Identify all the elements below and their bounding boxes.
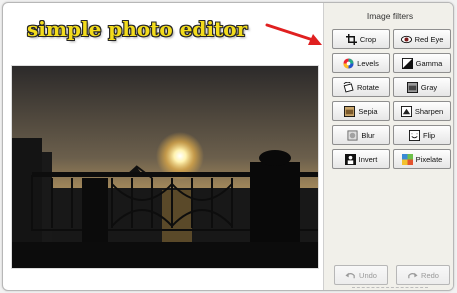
sepia-icon [344,105,356,117]
filters-panel: Image filters Crop Red Eye Levels Gamma … [323,3,453,290]
blur-button-label: Blur [361,130,375,140]
panel-divider [352,287,428,288]
flip-button-label: Flip [422,130,436,140]
pixelate-button[interactable]: Pixelate [393,149,451,169]
red-eye-button[interactable]: Red Eye [393,29,451,49]
crop-button-label: Crop [359,34,377,44]
gamma-icon [401,57,413,69]
grayscale-icon [406,81,418,93]
levels-button-label: Levels [357,58,379,68]
redo-button[interactable]: Redo [396,265,450,285]
sepia-button[interactable]: Sepia [332,101,390,121]
rotate-button-label: Rotate [356,82,380,92]
gray-button[interactable]: Gray [393,77,451,97]
pixelate-button-label: Pixelate [415,154,443,164]
app-title: simple photo editor [27,17,248,41]
blur-icon [347,129,358,141]
eye-icon [400,35,412,43]
red-eye-button-label: Red Eye [414,34,444,44]
pixelate-icon [401,153,413,165]
gamma-button-label: Gamma [415,58,443,68]
gamma-button[interactable]: Gamma [393,53,451,73]
blur-button[interactable]: Blur [332,125,390,145]
rotate-icon [343,81,354,93]
color-wheel-icon [343,57,354,69]
crop-icon [345,33,357,45]
undo-button-label: Undo [359,270,377,280]
sharpen-button[interactable]: Sharpen [393,101,451,121]
redo-icon [408,272,418,278]
editor-window: simple photo editor Image filters Crop R… [2,2,454,291]
rotate-button[interactable]: Rotate [332,77,390,97]
invert-button-label: Invert [358,154,378,164]
undo-button[interactable]: Undo [334,265,388,285]
red-arrow-icon [265,23,322,45]
invert-button[interactable]: Invert [332,149,390,169]
levels-button[interactable]: Levels [332,53,390,73]
redo-button-label: Redo [421,270,439,280]
flip-button[interactable]: Flip [393,125,451,145]
sharpen-button-label: Sharpen [414,106,444,116]
panel-title: Image filters [366,11,414,21]
flip-icon [408,129,420,141]
sepia-button-label: Sepia [358,106,378,116]
photo-canvas[interactable] [11,65,319,269]
invert-icon [344,153,356,165]
sunset-photo [12,66,318,268]
sharpen-icon [400,105,412,117]
undo-icon [345,272,355,278]
gray-button-label: Gray [420,82,438,92]
crop-button[interactable]: Crop [332,29,390,49]
